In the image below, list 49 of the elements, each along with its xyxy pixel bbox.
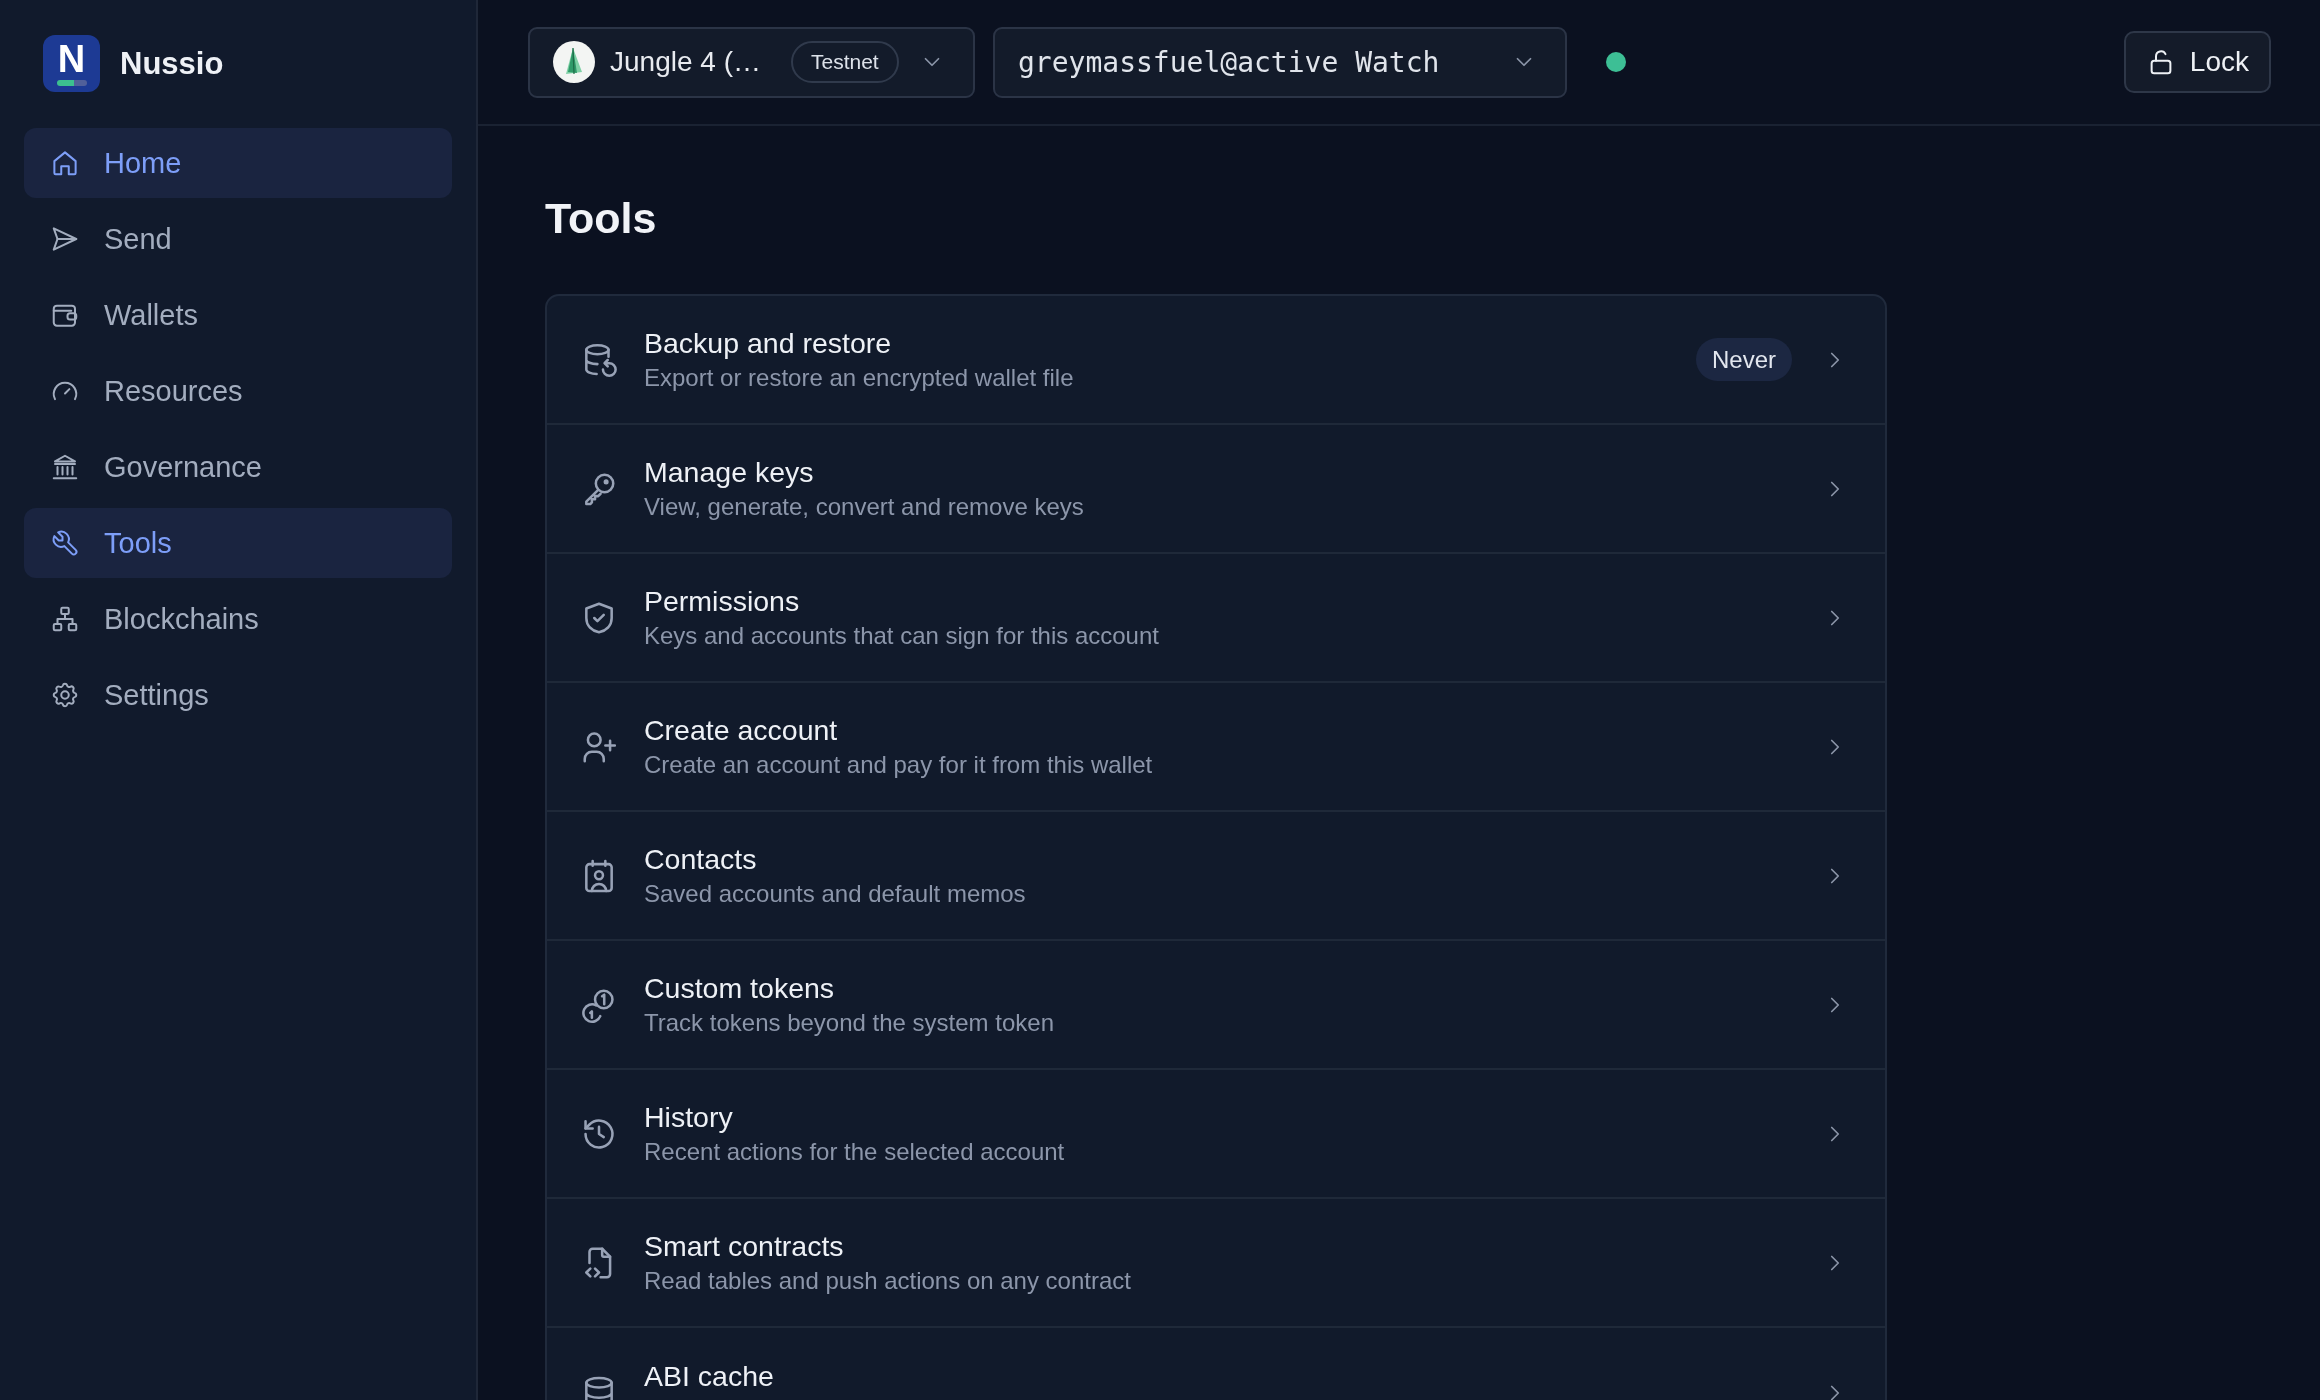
settings-icon (50, 680, 80, 710)
hierarchy-icon (50, 604, 80, 634)
tool-description: Export or restore an encrypted wallet file (644, 362, 1074, 393)
nav-item[interactable]: Tools (24, 508, 452, 578)
tool-list-item[interactable]: Backup and restore Export or restore an encrypted wallet file Never (547, 296, 1885, 425)
wrench-icon (50, 528, 80, 558)
nav-item[interactable]: Resources (24, 356, 452, 426)
app-name: Nussio (120, 45, 224, 82)
leaf-icon (553, 41, 595, 83)
tool-list-item[interactable]: Create account Create an account and pay for it from this wallet (547, 683, 1885, 812)
nav-item[interactable]: Blockchains (24, 584, 452, 654)
nav-item[interactable]: Send (24, 204, 452, 274)
tool-list-item[interactable]: History Recent actions for the selected account (547, 1070, 1885, 1199)
tool-title: Create account (644, 712, 838, 748)
tool-description: Read tables and push actions on any contract (644, 1265, 1131, 1296)
tool-description: Track tokens beyond the system token (644, 1007, 1054, 1038)
tool-list-item[interactable]: Manage keys View, generate, convert and remove keys (547, 425, 1885, 554)
tool-list-item[interactable]: Smart contracts Read tables and push actions on any contract (547, 1199, 1885, 1328)
nav-item[interactable]: Wallets (24, 280, 452, 350)
logo-letter: N (57, 41, 86, 77)
tool-title: Manage keys (644, 454, 814, 490)
nav-item[interactable]: Home (24, 128, 452, 198)
nav-item[interactable]: Settings (24, 660, 452, 730)
tool-title: Smart contracts (644, 1228, 844, 1264)
status-badge: Never (1695, 338, 1792, 381)
lock-button[interactable]: Lock (2123, 31, 2271, 93)
paper-plane-icon (50, 224, 80, 254)
tool-title: History (644, 1099, 733, 1135)
page-title: Tools (545, 193, 657, 244)
tool-title: ABI cache (644, 1358, 774, 1394)
tool-description: Create an account and pay for it from this wallet (644, 749, 1153, 780)
tool-list-item[interactable]: Custom tokens Track tokens beyond the system token (547, 941, 1885, 1070)
tool-title: Backup and restore (644, 325, 892, 361)
tool-description: View, generate, convert and remove keys (644, 491, 1084, 522)
network-type-badge: Testnet (790, 41, 899, 83)
tool-title: Contacts (644, 841, 757, 877)
network-select[interactable]: Jungle 4 (… Testnet (528, 26, 975, 98)
tool-list-item[interactable]: Contacts Saved accounts and default memos (547, 812, 1885, 941)
tool-title: Custom tokens (644, 970, 835, 1006)
tool-list-item[interactable]: Permissions Keys and accounts that can sign for this account (547, 554, 1885, 683)
logo-bar-icon (56, 80, 87, 86)
tool-description: Recent actions for the selected account (644, 1136, 1065, 1167)
tool-description: Keys and accounts that can sign for this account (644, 620, 1159, 651)
bank-icon (50, 452, 80, 482)
nav-item[interactable]: Governance (24, 432, 452, 502)
tool-list-item[interactable]: ABI cache (547, 1328, 1885, 1400)
tool-title: Permissions (644, 583, 800, 619)
tool-description: Saved accounts and default memos (644, 878, 1026, 909)
account-select[interactable]: greymassfuel@active Watch (993, 26, 1567, 98)
